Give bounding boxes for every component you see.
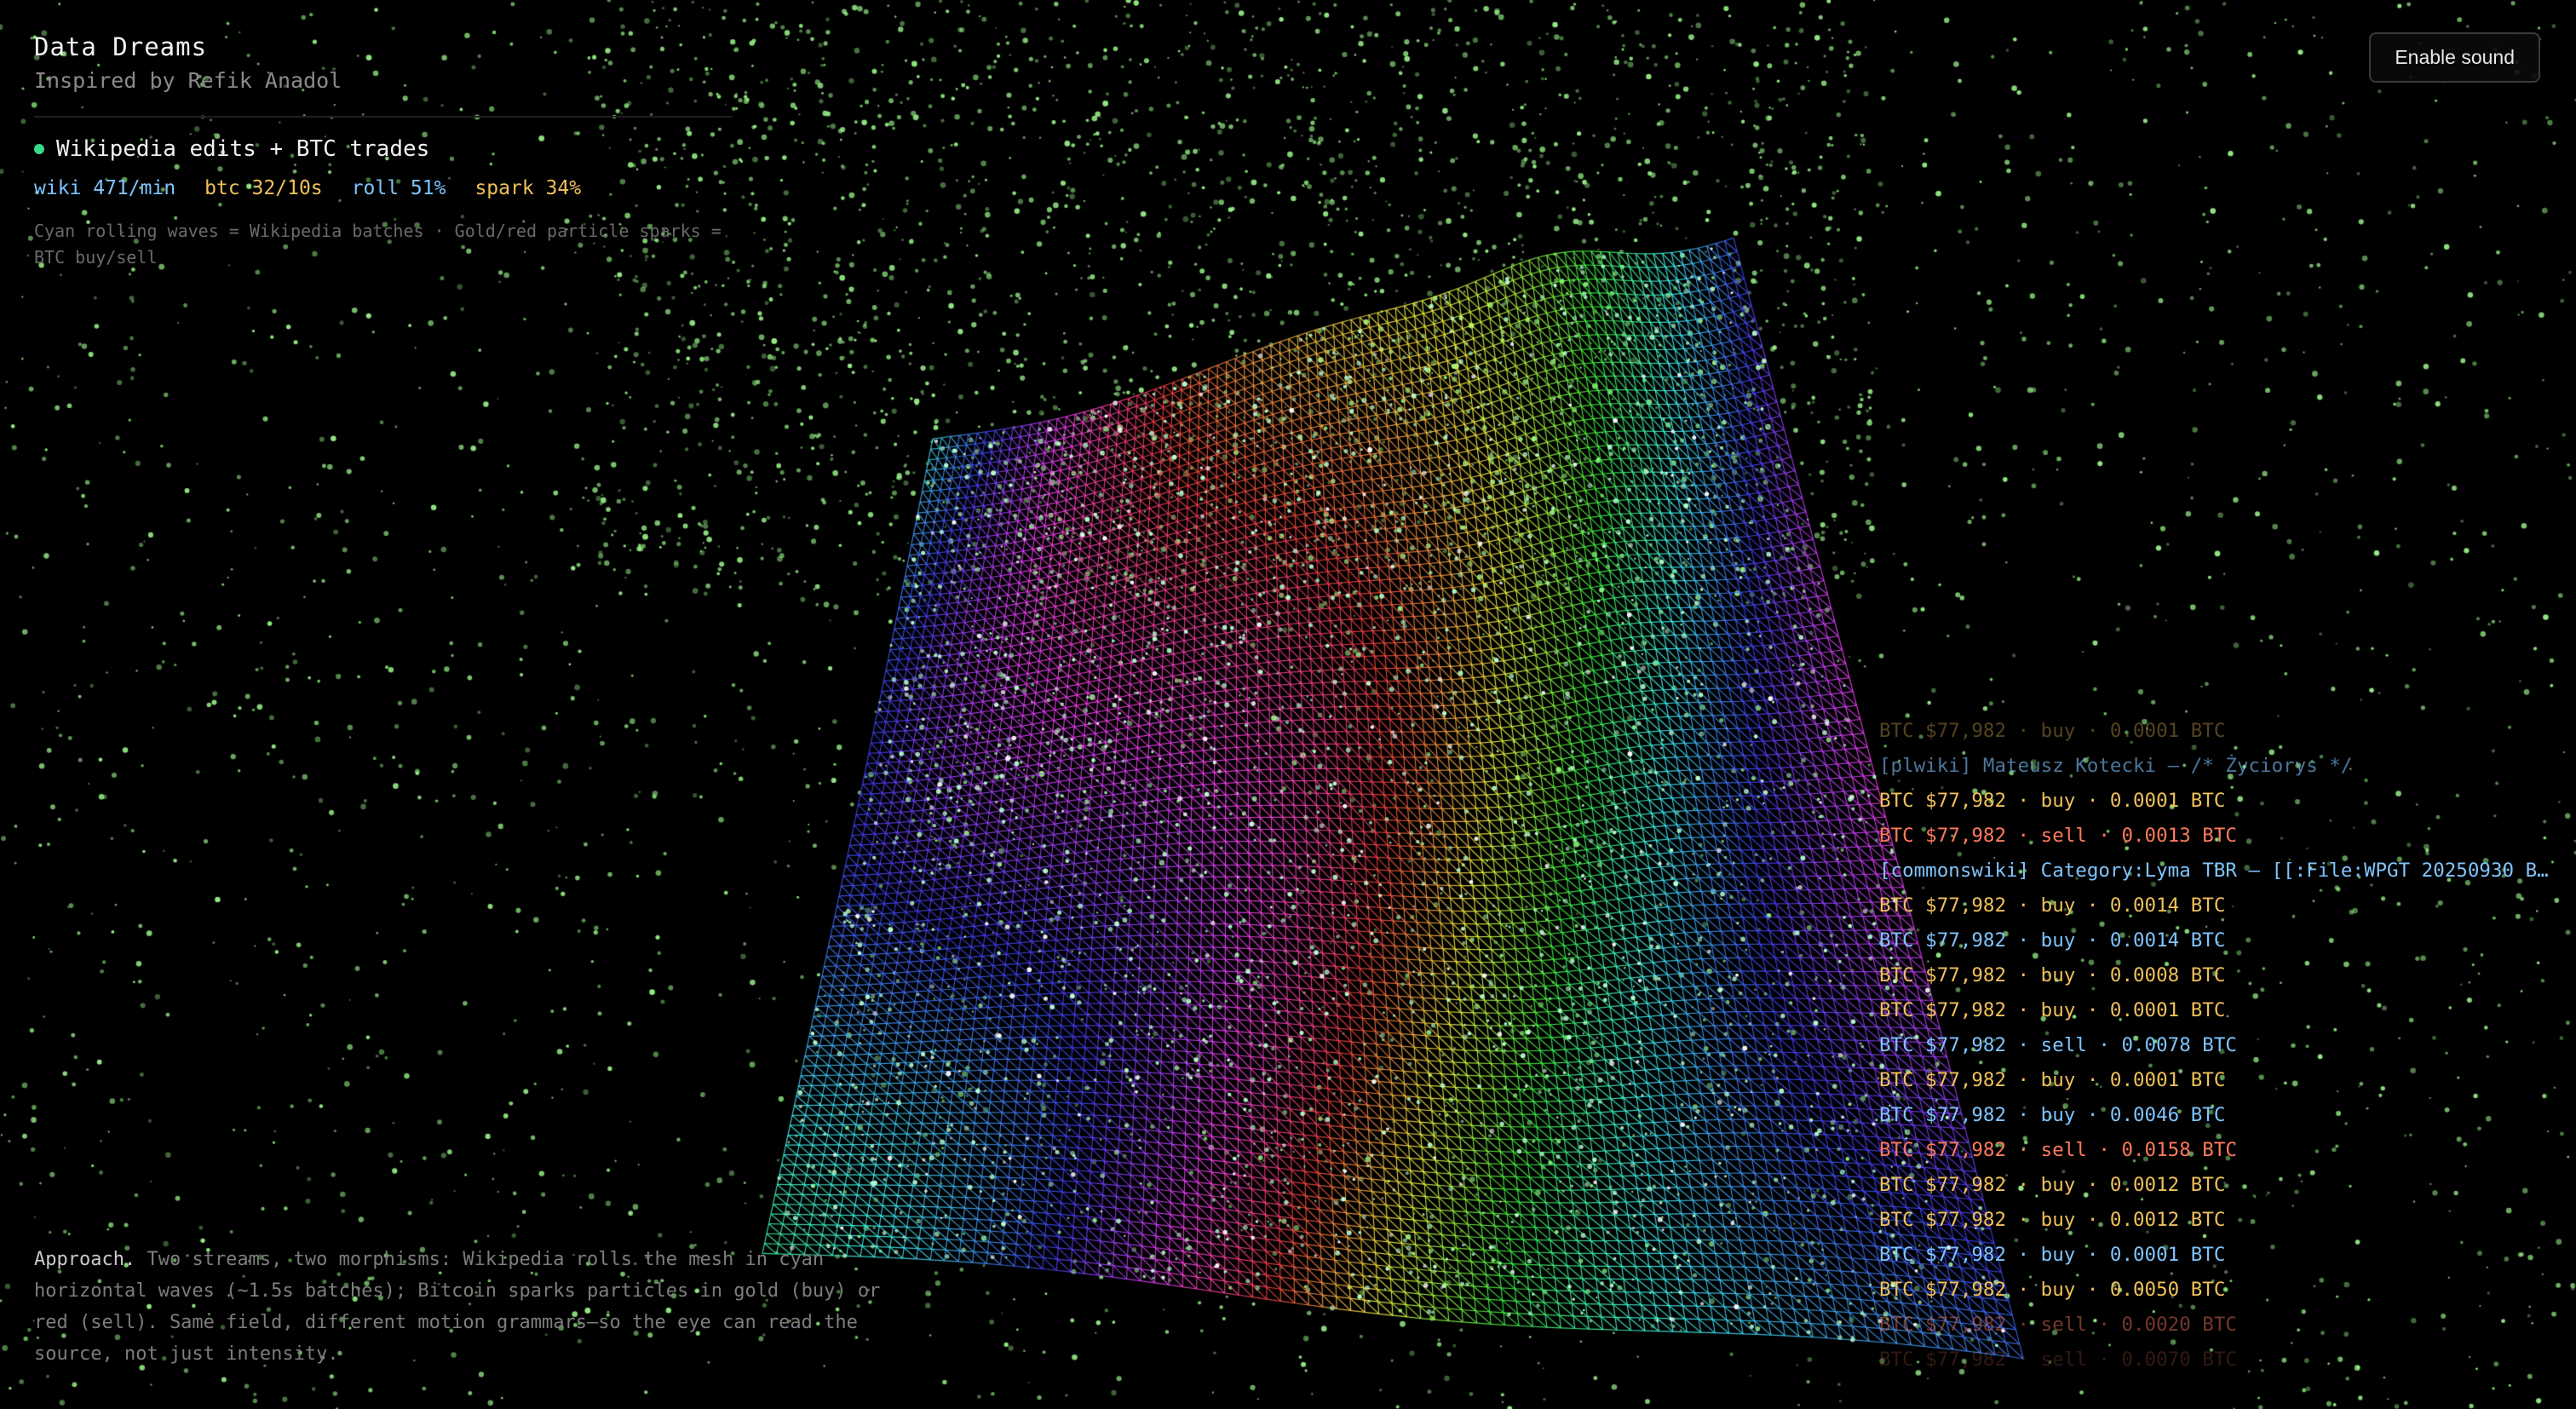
feed-line: BTC $77,982 · buy · 0.0050 BTC [1879,1279,2226,1301]
feed-line: BTC $77,982 · buy · 0.0014 BTC [1879,894,2226,917]
stat-btc-rate: btc 32/10s [204,177,323,199]
approach-note: Approach. Two streams, two morphisms: Wi… [34,1244,894,1370]
event-feed: BTC $77,982 · buy · 0.0001 BTC [plwiki] M… [1879,714,2552,1377]
feed-line: BTC $77,982 · buy · 0.0001 BTC [1879,720,2226,742]
app-title: Data Dreams [34,32,208,61]
feed-line: BTC $77,982 · buy · 0.0012 BTC [1879,1174,2226,1196]
visualization-stage: Data Dreams Inspired by Refik Anadol Wik… [0,0,2576,1409]
feed-line: BTC $77,982 · sell · 0.0158 BTC [1879,1139,2237,1161]
feed-line: BTC $77,982 · sell · 0.0013 BTC [1879,825,2237,847]
feed-line: BTC $77,982 · buy · 0.0001 BTC [1879,1244,2226,1266]
feed-line: BTC $77,982 · buy · 0.0012 BTC [1879,1209,2226,1231]
feed-line: BTC $77,982 · buy · 0.0001 BTC [1879,790,2226,812]
approach-text: Two streams, two morphisms: Wikipedia ro… [34,1249,881,1365]
enable-sound-button[interactable]: Enable sound [2369,32,2540,83]
feed-line: [commonswiki] Category:Lyma TBR – [[:Fil… [1879,860,2552,882]
feed-line: BTC $77,982 · buy · 0.0001 BTC [1879,999,2226,1021]
stat-roll: roll 51% [351,177,446,199]
live-status-dot-icon [34,144,44,154]
feed-line: BTC $77,982 · buy · 0.0001 BTC [1879,1069,2226,1091]
stream-label: Wikipedia edits + BTC trades [56,136,430,162]
feed-line: BTC $77,982 · sell · 0.0070 BTC [1879,1349,2237,1371]
stream-stats: wiki 471/min btc 32/10s roll 51% spark 3… [34,177,581,199]
feed-line: BTC $77,982 · buy · 0.0008 BTC [1879,964,2226,986]
stat-spark: spark 34% [474,177,582,199]
feed-line: BTC $77,982 · sell · 0.0078 BTC [1879,1034,2237,1056]
feed-line: BTC $77,982 · buy · 0.0014 BTC [1879,929,2226,952]
feed-line: BTC $77,982 · sell · 0.0020 BTC [1879,1314,2237,1336]
approach-lead: Approach. [34,1249,136,1270]
stream-status: Wikipedia edits + BTC trades [34,136,429,162]
header-divider [34,116,733,118]
feed-line: BTC $77,982 · buy · 0.0046 BTC [1879,1104,2226,1126]
app-subtitle: Inspired by Refik Anadol [34,68,342,93]
legend-description: Cyan rolling waves = Wikipedia batches ·… [34,221,722,267]
feed-line: [plwiki] Mateusz Kotecki – /* Życiorys *… [1879,755,2353,777]
stat-wiki-rate: wiki 471/min [34,177,176,199]
